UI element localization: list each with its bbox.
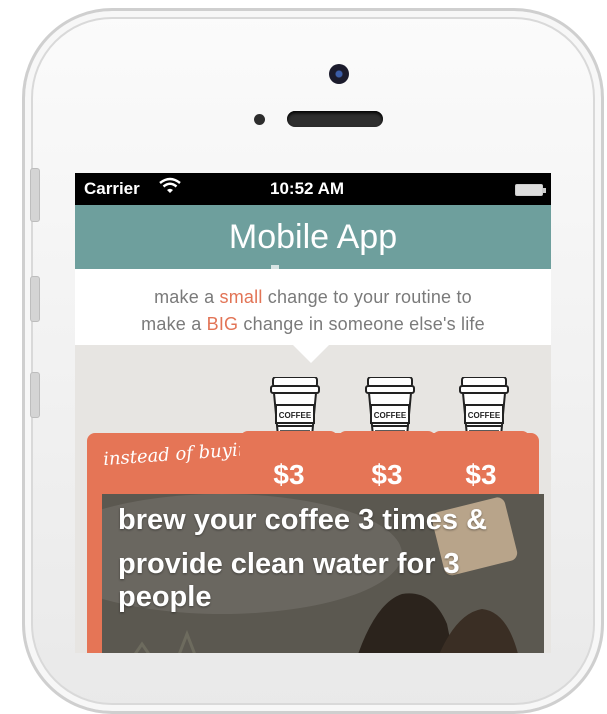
volume-up-button[interactable] — [30, 276, 40, 322]
camera-icon — [329, 64, 349, 84]
tagline-line2-accent: BIG — [206, 314, 239, 334]
status-bar: Carrier 10:52 AM — [75, 173, 551, 205]
phone-screen: Carrier 10:52 AM Mobile App make a small… — [75, 173, 551, 653]
mute-switch[interactable] — [30, 168, 40, 222]
earpiece-speaker — [287, 111, 383, 127]
tagline-line1-b: change to your routine to — [262, 287, 472, 307]
tagline-line1-a: make a — [154, 287, 220, 307]
tagline-line1-accent: small — [219, 287, 263, 307]
app-title: Mobile App — [228, 217, 398, 256]
photo-headline-line2: provide clean water for 3 people — [118, 548, 460, 613]
price-label: $3 — [371, 459, 403, 490]
app-header: Mobile App — [75, 205, 551, 269]
price-tab[interactable]: $3 — [240, 431, 338, 493]
main-content: make a small change to your routine to m… — [75, 269, 551, 653]
tagline-line2-b: change in someone else's life — [238, 314, 485, 334]
volume-down-button[interactable] — [30, 372, 40, 418]
price-tab[interactable]: $3 — [432, 431, 530, 493]
price-tab[interactable]: $3 — [338, 431, 436, 493]
tagline-pointer — [293, 345, 329, 363]
tagline-box: make a small change to your routine to m… — [75, 269, 551, 345]
tagline-line1: make a small change to your routine to — [75, 287, 551, 308]
photo-headline-line1: brew your coffee 3 times & — [118, 504, 488, 536]
cup-label: COFFEE — [374, 411, 407, 420]
water-photo: brew your coffee 3 times & provide clean… — [102, 494, 544, 653]
price-label: $3 — [273, 459, 305, 490]
battery-icon — [515, 184, 546, 196]
wifi-icon — [159, 177, 181, 200]
tagline-line2: make a BIG change in someone else's life — [75, 314, 551, 335]
cup-label: COFFEE — [279, 411, 312, 420]
proximity-sensor — [254, 114, 265, 125]
donation-card[interactable]: instead of buying... $3 $3 $3 brew your … — [87, 431, 544, 653]
price-label: $3 — [465, 459, 497, 490]
cup-label: COFFEE — [468, 411, 501, 420]
tagline-line2-a: make a — [141, 314, 207, 334]
status-time: 10:52 AM — [270, 179, 345, 198]
carrier-label: Carrier — [84, 179, 140, 198]
